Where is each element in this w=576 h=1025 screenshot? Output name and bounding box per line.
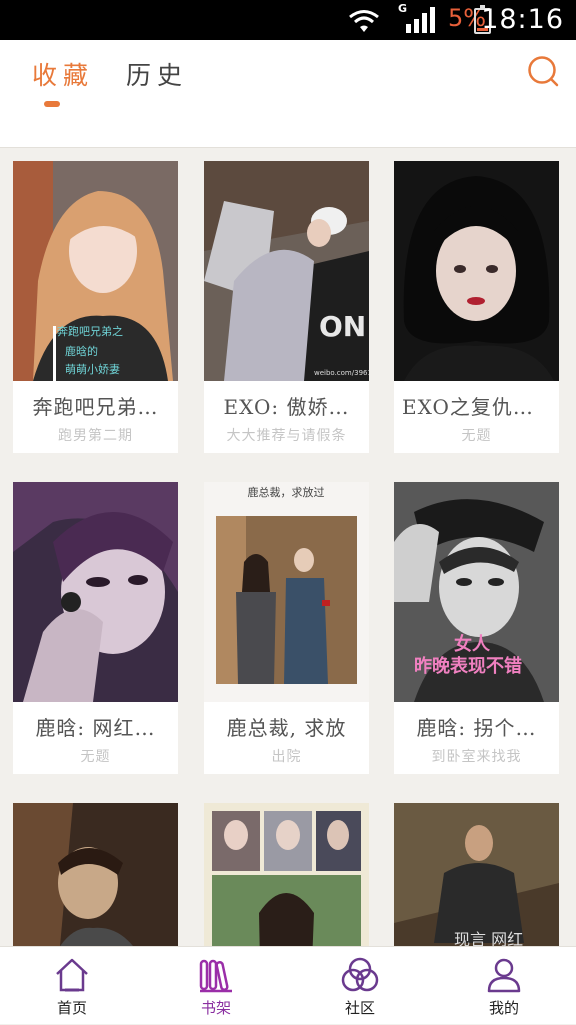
nav-bookshelf[interactable]: 书架	[144, 947, 288, 1025]
nav-home[interactable]: 首页	[0, 947, 144, 1025]
book-cover	[204, 803, 369, 946]
book-card[interactable]	[13, 803, 178, 946]
search-icon[interactable]	[526, 54, 560, 88]
book-cover: 奔跑吧兄弟之 鹿晗的 萌萌小娇妻	[13, 161, 178, 381]
book-cover	[13, 482, 178, 702]
book-subtitle: 无题	[80, 749, 111, 765]
book-subtitle: 跑男第二期	[58, 428, 133, 444]
nav-profile-label: 我的	[488, 999, 519, 1017]
book-card[interactable]	[204, 803, 369, 946]
bookshelf-icon	[199, 959, 232, 993]
book-cover: 鹿总裁，求放过	[204, 482, 369, 702]
book-subtitle: 大大推荐与请假条	[226, 428, 347, 444]
svg-text:萌萌小娇妻: 萌萌小娇妻	[65, 362, 120, 376]
book-card[interactable]: 鹿晗: 网红… 无题	[13, 482, 178, 774]
book-cover: ON weibo.com/3961	[204, 161, 369, 381]
book-subtitle: 到卧室来找我	[431, 749, 522, 765]
book-title: 鹿晗: 拐个…	[416, 716, 537, 740]
bottom-nav: 首页 书架 社区 我的	[0, 946, 576, 1024]
book-card[interactable]: EXO之复仇女… 无题	[394, 161, 559, 453]
svg-text:昨晚表现不错: 昨晚表现不错	[414, 655, 522, 677]
book-card[interactable]: 鹿总裁，求放过 鹿总裁, 求放 出院	[204, 482, 369, 774]
bookshelf-grid: 奔跑吧兄弟之 鹿晗的 萌萌小娇妻 奔跑吧兄弟… 跑男第二期 ON weibo.c…	[0, 148, 576, 946]
book-card[interactable]: 女人 昨晚表现不错 鹿晗: 拐个… 到卧室来找我	[394, 482, 559, 774]
book-title: 鹿总裁, 求放	[226, 716, 347, 740]
signal-icon	[406, 7, 435, 33]
svg-text:奔跑吧兄弟之: 奔跑吧兄弟之	[57, 324, 123, 338]
book-card[interactable]: 奔跑吧兄弟之 鹿晗的 萌萌小娇妻 奔跑吧兄弟… 跑男第二期	[13, 161, 178, 453]
tab-history[interactable]: 历史	[126, 56, 188, 92]
book-subtitle: 无题	[461, 428, 492, 444]
nav-community-label: 社区	[344, 999, 375, 1017]
book-cover: 现言 网红	[394, 803, 559, 946]
nav-community[interactable]: 社区	[288, 947, 432, 1025]
wifi-icon	[349, 10, 379, 32]
svg-text:鹿晗的: 鹿晗的	[65, 344, 98, 358]
book-title: 奔跑吧兄弟…	[32, 395, 159, 419]
home-icon	[56, 958, 88, 992]
svg-text:女人: 女人	[454, 633, 491, 655]
profile-icon	[487, 958, 521, 993]
svg-text:ON: ON	[319, 310, 366, 343]
book-title: EXO: 傲娇…	[223, 395, 350, 419]
book-cover	[394, 161, 559, 381]
tab-favorites[interactable]: 收藏	[32, 56, 94, 92]
svg-text:weibo.com/3961: weibo.com/3961	[314, 369, 369, 377]
clock: 18:16	[481, 4, 564, 35]
status-bar: G 5% 18:16	[0, 0, 576, 40]
svg-text:现言 网红: 现言 网红	[454, 930, 523, 946]
book-title: EXO之复仇女…	[402, 395, 555, 419]
book-title: 鹿晗: 网红…	[35, 716, 156, 740]
book-cover	[13, 803, 178, 946]
book-card[interactable]: ON weibo.com/3961 EXO: 傲娇… 大大推荐与请假条	[204, 161, 369, 453]
nav-home-label: 首页	[56, 999, 87, 1017]
svg-text:鹿总裁，求放过: 鹿总裁，求放过	[248, 485, 325, 499]
book-card[interactable]: 现言 网红	[394, 803, 559, 946]
book-subtitle: 出院	[271, 749, 302, 765]
book-cover: 女人 昨晚表现不错	[394, 482, 559, 702]
nav-profile[interactable]: 我的	[432, 947, 576, 1025]
active-tab-indicator	[44, 101, 60, 107]
community-icon	[341, 957, 379, 992]
nav-bookshelf-label: 书架	[200, 999, 231, 1017]
